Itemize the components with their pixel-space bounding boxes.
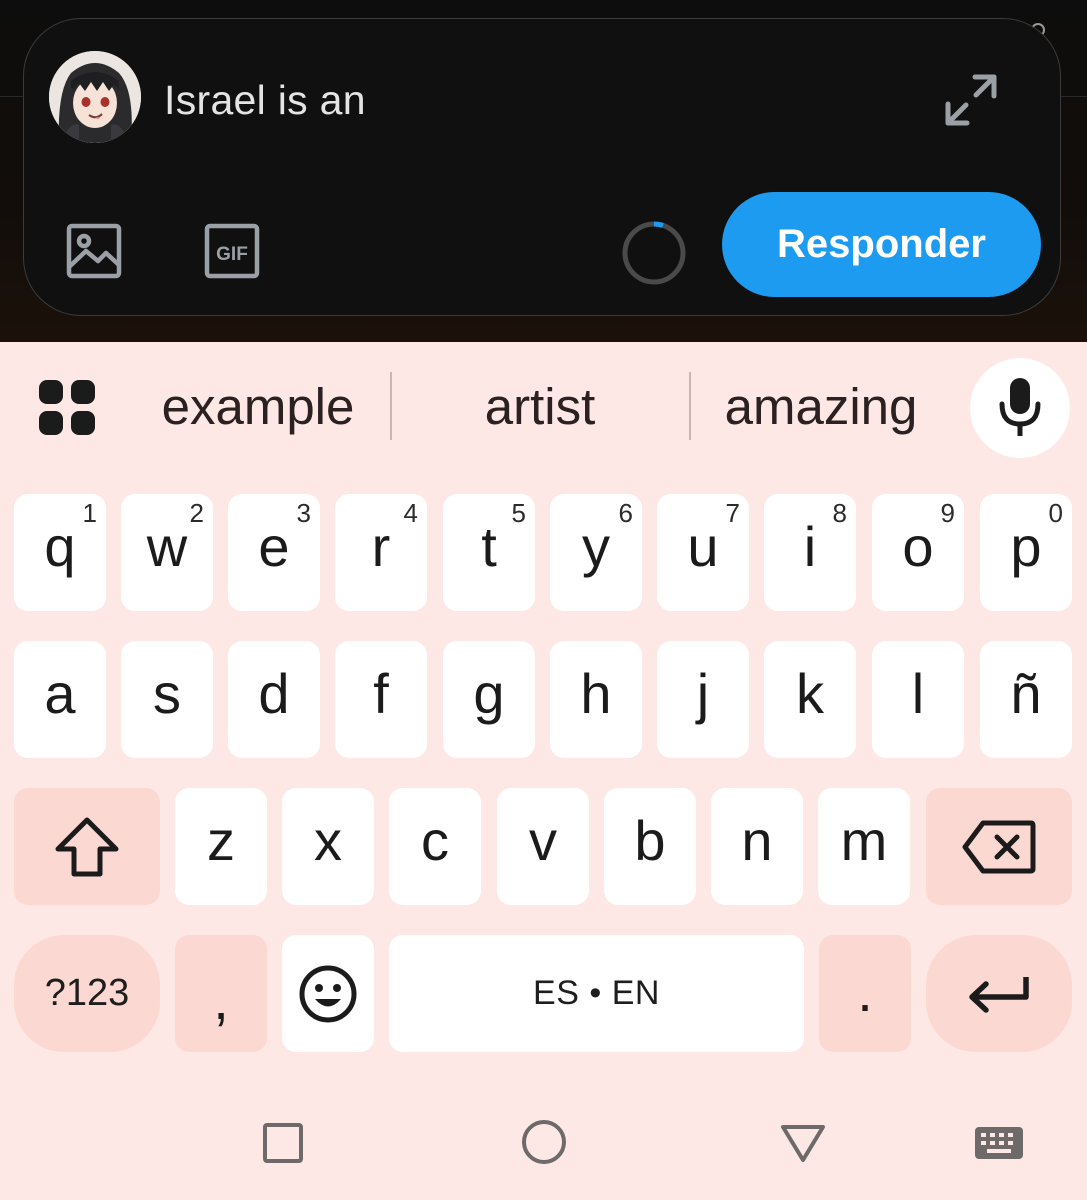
progress-ring-icon	[620, 219, 688, 287]
key-letter: k	[796, 662, 824, 725]
key-k[interactable]: k	[764, 641, 856, 758]
key-letter: f	[373, 662, 389, 725]
space-label: ES • EN	[533, 974, 660, 1012]
key-letter: o	[902, 515, 934, 578]
shift-icon	[55, 817, 119, 876]
key-v[interactable]: v	[497, 788, 589, 905]
key-w[interactable]: 2 w	[121, 494, 213, 611]
key-letter: q	[44, 515, 76, 578]
key-p[interactable]: 0 p	[980, 494, 1072, 611]
symbols-label: ?123	[44, 972, 130, 1014]
reply-button[interactable]: Responder	[722, 192, 1041, 297]
key-f[interactable]: f	[335, 641, 427, 758]
key-z[interactable]: z	[175, 788, 267, 905]
enter-key[interactable]	[926, 935, 1072, 1052]
emoji-icon	[299, 965, 357, 1022]
mic-button[interactable]	[970, 358, 1070, 458]
gif-icon[interactable]: GIF	[204, 223, 260, 279]
key-letter: h	[580, 662, 612, 725]
key-b[interactable]: b	[604, 788, 696, 905]
key-letter: m	[840, 809, 888, 872]
grid-icon[interactable]	[38, 380, 96, 436]
key-o[interactable]: 9 o	[872, 494, 964, 611]
suggestion-divider	[390, 372, 392, 440]
expand-icon[interactable]	[942, 71, 1000, 129]
image-icon[interactable]	[66, 223, 122, 279]
key-m[interactable]: m	[818, 788, 910, 905]
backspace-icon	[962, 820, 1036, 873]
period-key[interactable]: .	[819, 935, 911, 1052]
key-n-tilde[interactable]: ñ	[980, 641, 1072, 758]
space-key[interactable]: ES • EN	[389, 935, 804, 1052]
key-c[interactable]: c	[389, 788, 481, 905]
key-letter: v	[529, 809, 557, 872]
emoji-key[interactable]	[282, 935, 374, 1052]
key-x[interactable]: x	[282, 788, 374, 905]
key-letter: y	[582, 515, 610, 578]
key-letter: p	[1010, 515, 1042, 578]
mic-icon	[999, 378, 1041, 436]
compose-area: Israel is an GIF Responder	[0, 0, 1087, 342]
key-letter: ñ	[1010, 662, 1042, 725]
key-letter: z	[207, 809, 235, 872]
back-icon[interactable]	[780, 1122, 826, 1169]
key-letter: d	[258, 662, 290, 725]
key-e[interactable]: 3 e	[228, 494, 320, 611]
key-letter: e	[258, 515, 290, 578]
comma-label: ,	[213, 968, 229, 1031]
recents-icon[interactable]	[262, 1122, 304, 1169]
key-l[interactable]: l	[872, 641, 964, 758]
key-letter: r	[371, 515, 391, 578]
key-r[interactable]: 4 r	[335, 494, 427, 611]
shift-key[interactable]	[14, 788, 160, 905]
compose-text-input[interactable]: Israel is an	[164, 75, 366, 125]
key-letter: j	[696, 662, 710, 725]
key-g[interactable]: g	[443, 641, 535, 758]
avatar	[49, 51, 141, 143]
key-a[interactable]: a	[14, 641, 106, 758]
key-letter: t	[481, 515, 497, 578]
key-letter: s	[153, 662, 181, 725]
symbols-key[interactable]: ?123	[14, 935, 160, 1052]
key-t[interactable]: 5 t	[443, 494, 535, 611]
key-letter: n	[741, 809, 773, 872]
key-letter: g	[473, 662, 505, 725]
keyboard-switch-icon[interactable]	[975, 1127, 1023, 1164]
suggestion-2[interactable]: artist	[430, 372, 650, 442]
key-s[interactable]: s	[121, 641, 213, 758]
comma-key[interactable]: ,	[175, 935, 267, 1052]
key-h[interactable]: h	[550, 641, 642, 758]
key-letter: w	[146, 515, 188, 578]
key-letter: x	[314, 809, 342, 872]
key-letter: l	[911, 662, 925, 725]
key-j[interactable]: j	[657, 641, 749, 758]
gif-label: GIF	[216, 244, 248, 265]
suggestion-1[interactable]: example	[140, 372, 376, 442]
key-letter: a	[44, 662, 76, 725]
key-letter: b	[634, 809, 666, 872]
suggestion-divider	[689, 372, 691, 440]
key-d[interactable]: d	[228, 641, 320, 758]
backspace-key[interactable]	[926, 788, 1072, 905]
key-letter: u	[687, 515, 719, 578]
period-label: .	[857, 960, 873, 1023]
home-icon[interactable]	[521, 1119, 567, 1170]
suggestion-3[interactable]: amazing	[705, 372, 937, 442]
key-y[interactable]: 6 y	[550, 494, 642, 611]
key-letter: i	[803, 515, 817, 578]
key-q[interactable]: 1 q	[14, 494, 106, 611]
key-n[interactable]: n	[711, 788, 803, 905]
key-u[interactable]: 7 u	[657, 494, 749, 611]
reply-composer: Israel is an GIF Responder	[23, 18, 1061, 316]
key-i[interactable]: 8 i	[764, 494, 856, 611]
enter-icon	[969, 976, 1029, 1013]
key-letter: c	[421, 809, 449, 872]
